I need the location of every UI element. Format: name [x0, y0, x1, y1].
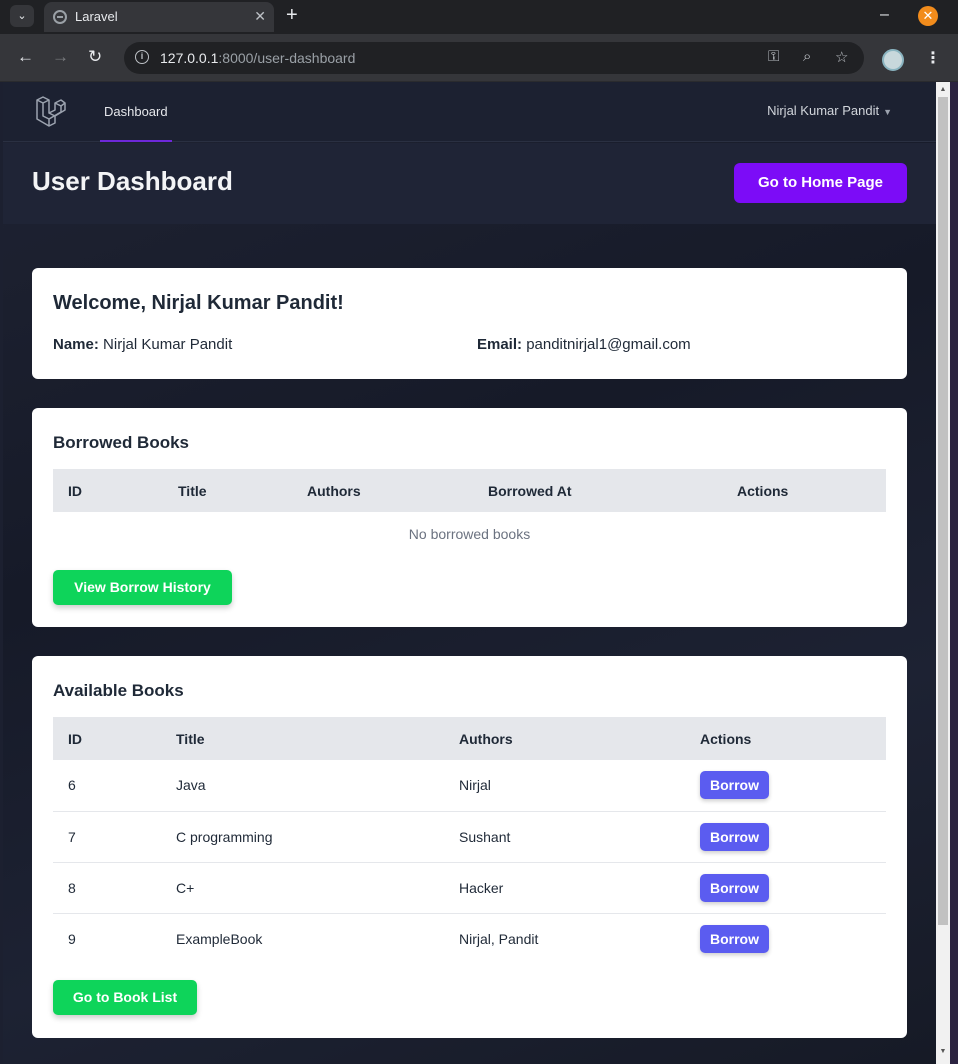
available-books-card: Available Books ID Title Authors Actions… — [32, 656, 907, 1038]
book-authors: Nirjal — [444, 760, 685, 812]
table-row: 6 Java Nirjal Borrow — [53, 760, 886, 812]
column-header: ID — [53, 469, 163, 512]
browser-toolbar: ← → ↻ i 127.0.0.1:8000/user-dashboard ⚿ … — [0, 34, 958, 82]
borrowed-books-table: ID Title Authors Borrowed At Actions No … — [53, 469, 886, 555]
url-path: :8000/user-dashboard — [218, 50, 356, 66]
borrowed-books-title: Borrowed Books — [53, 433, 190, 452]
back-arrow-icon[interactable]: ← — [17, 47, 34, 67]
laravel-logo-icon[interactable] — [34, 95, 66, 127]
kebab-menu-icon[interactable]: ⋮ — [925, 48, 941, 68]
browser-tab[interactable]: Laravel ✕ — [44, 2, 274, 32]
close-tab-icon[interactable]: ✕ — [254, 8, 266, 24]
scroll-thumb[interactable] — [938, 97, 948, 925]
page-title: User Dashboard — [32, 166, 233, 196]
user-menu-dropdown[interactable]: Nirjal Kumar Pandit ▼ — [767, 103, 892, 118]
profile-avatar[interactable] — [882, 49, 904, 71]
column-header: Actions — [722, 469, 886, 512]
chevron-down-icon: ▼ — [883, 107, 892, 117]
globe-icon — [53, 10, 67, 24]
go-to-home-button[interactable]: Go to Home Page — [734, 163, 907, 203]
column-header: Actions — [685, 717, 886, 760]
scroll-up-icon[interactable]: ▲ — [939, 86, 947, 94]
url-text: 127.0.0.1:8000/user-dashboard — [160, 50, 355, 66]
page-scrollbar[interactable]: ▲ ▼ — [936, 82, 950, 1064]
top-navigation: Dashboard Nirjal Kumar Pandit ▼ — [3, 82, 936, 142]
address-bar[interactable]: i 127.0.0.1:8000/user-dashboard ⚿ ⌕ ☆ — [124, 42, 864, 74]
tab-list-chevron-icon[interactable]: ⌄ — [10, 5, 34, 27]
table-row: 7 C programming Sushant Borrow — [53, 811, 886, 863]
book-id: 7 — [53, 811, 161, 863]
table-row: 9 ExampleBook Nirjal, Pandit Borrow — [53, 913, 886, 964]
column-header: Title — [163, 469, 292, 512]
table-header-row: ID Title Authors Actions — [53, 717, 886, 760]
email-label: Email: — [477, 336, 523, 353]
borrow-button[interactable]: Borrow — [700, 771, 769, 800]
new-tab-icon[interactable]: + — [286, 4, 298, 26]
window-close-icon[interactable]: ✕ — [918, 6, 938, 26]
table-header-row: ID Title Authors Borrowed At Actions — [53, 469, 886, 512]
page-viewport: Dashboard Nirjal Kumar Pandit ▼ User Dash… — [3, 82, 936, 1064]
tab-title: Laravel — [75, 9, 118, 24]
user-menu-name: Nirjal Kumar Pandit — [767, 103, 880, 118]
welcome-card: Welcome, Nirjal Kumar Pandit! Name: Nirj… — [32, 268, 907, 379]
table-row: 8 C+ Hacker Borrow — [53, 862, 886, 914]
name-value: Nirjal Kumar Pandit — [103, 336, 233, 353]
book-title: Java — [161, 760, 444, 812]
desktop-background — [950, 82, 958, 1064]
welcome-title: Welcome, Nirjal Kumar Pandit! — [53, 292, 344, 314]
borrow-button[interactable]: Borrow — [700, 873, 769, 902]
empty-state-text: No borrowed books — [408, 525, 531, 542]
book-id: 6 — [53, 760, 161, 812]
go-to-book-list-button[interactable]: Go to Book List — [53, 980, 197, 1015]
url-host: 127.0.0.1 — [160, 50, 219, 66]
view-borrow-history-button[interactable]: View Borrow History — [53, 570, 232, 605]
borrow-button[interactable]: Borrow — [700, 924, 769, 953]
book-authors: Sushant — [444, 811, 685, 863]
column-header: Borrowed At — [473, 469, 722, 512]
book-title: C+ — [161, 862, 444, 914]
available-books-title: Available Books — [53, 681, 184, 700]
actions-cell: Borrow — [685, 862, 886, 914]
email-value: panditnirjal1@gmail.com — [526, 336, 691, 353]
user-email-info: Email: panditnirjal1@gmail.com — [477, 336, 691, 353]
reload-icon[interactable]: ↻ — [88, 47, 102, 67]
browser-tabbar: ⌄ Laravel ✕ + – ✕ — [0, 0, 958, 34]
name-label: Name: — [53, 336, 99, 353]
site-info-icon[interactable]: i — [135, 50, 149, 64]
column-header: Title — [161, 717, 444, 760]
column-header: ID — [53, 717, 161, 760]
page-header: User Dashboard Go to Home Page — [3, 143, 936, 224]
book-id: 9 — [68, 930, 76, 947]
book-title: C programming — [161, 811, 444, 863]
book-id: 8 — [53, 862, 161, 914]
table-row: No borrowed books — [53, 512, 886, 555]
minimize-icon[interactable]: – — [880, 6, 889, 24]
nav-dashboard-link[interactable]: Dashboard — [100, 82, 172, 142]
key-icon[interactable]: ⚿ — [768, 48, 779, 65]
borrowed-books-card: Borrowed Books ID Title Authors Borrowed… — [32, 408, 907, 627]
forward-arrow-icon[interactable]: → — [52, 47, 69, 67]
scroll-down-icon[interactable]: ▼ — [939, 1048, 947, 1056]
column-header: Authors — [292, 469, 473, 512]
column-header: Authors — [444, 717, 685, 760]
actions-cell: Borrow — [685, 811, 886, 863]
actions-cell: Borrow — [685, 913, 886, 964]
zoom-icon[interactable]: ⌕ — [803, 48, 811, 65]
user-name-info: Name: Nirjal Kumar Pandit — [53, 336, 232, 353]
bookmark-star-icon[interactable]: ☆ — [835, 48, 848, 66]
book-title: ExampleBook — [176, 930, 263, 947]
available-books-table: ID Title Authors Actions 6 Java Nirjal B… — [53, 717, 886, 964]
borrow-button[interactable]: Borrow — [700, 822, 769, 851]
actions-cell: Borrow — [685, 760, 886, 812]
book-authors: Nirjal, Pandit — [459, 930, 539, 947]
book-authors: Hacker — [444, 862, 685, 914]
